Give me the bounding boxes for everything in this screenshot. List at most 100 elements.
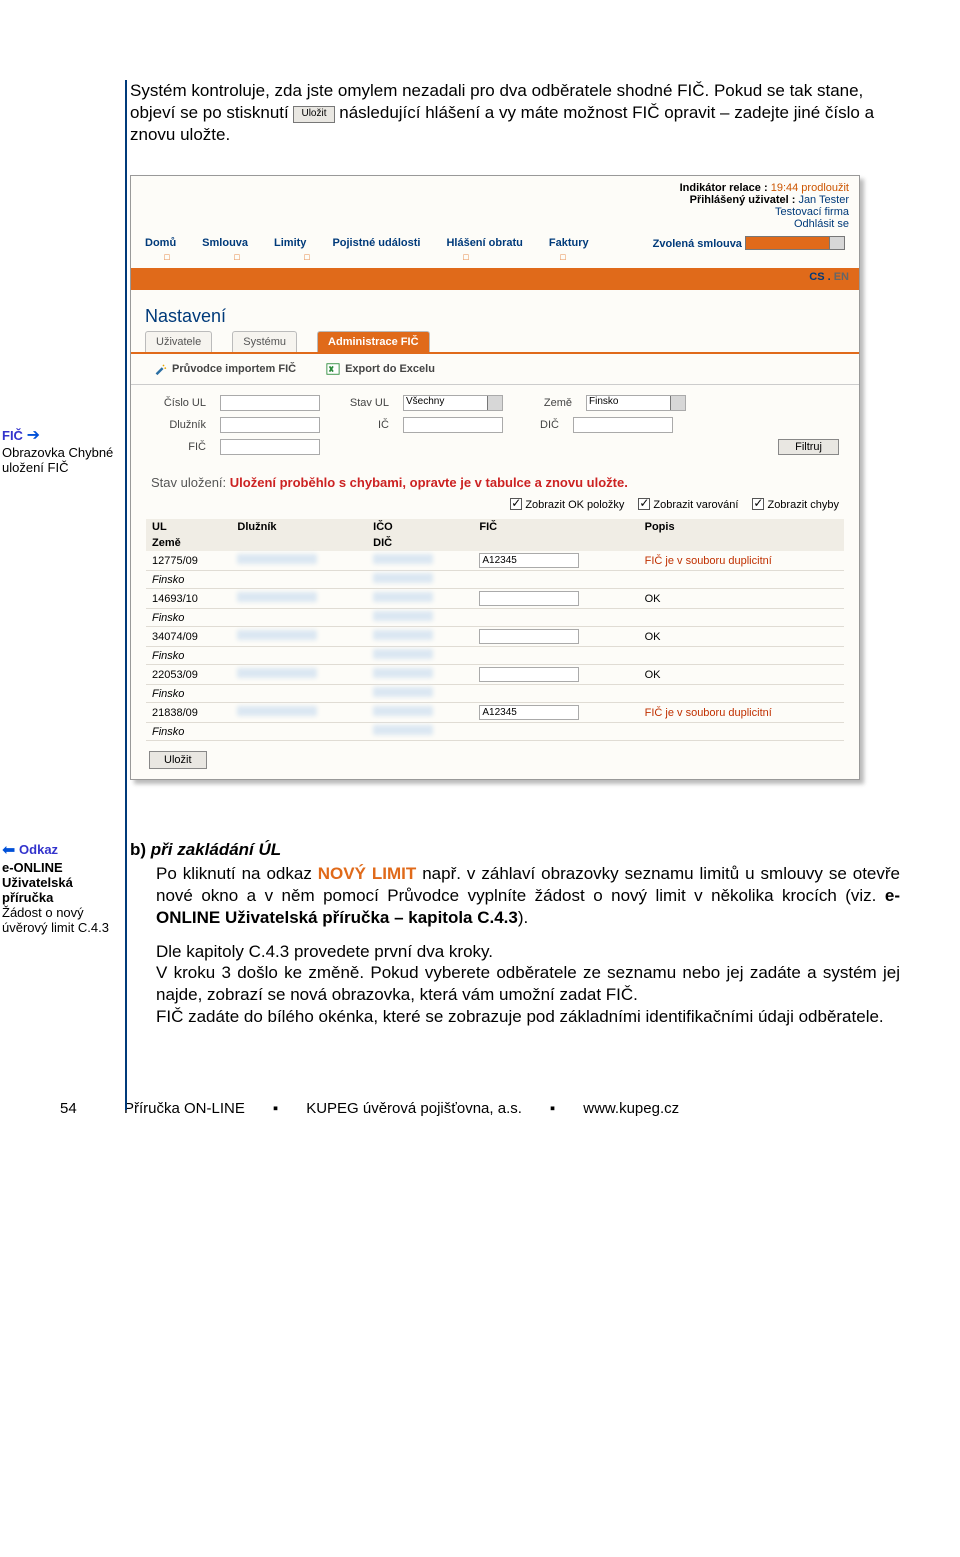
body-p3: V kroku 3 došlo ke změně. Pokud vyberete… <box>130 962 900 1006</box>
table-row: 21838/09 FIČ je v souboru duplicitní <box>146 703 844 723</box>
contract-select[interactable] <box>745 236 845 250</box>
input-ic[interactable] <box>403 417 503 433</box>
cell-dic <box>367 647 473 665</box>
checkbox-ok[interactable] <box>510 498 522 510</box>
company-name: Testovací firma <box>141 206 849 218</box>
table-row: 14693/10OK <box>146 589 844 609</box>
logout-link[interactable]: Odhlásit se <box>141 218 849 230</box>
odkaz-bold: e-ONLINE Uživatelská příručka <box>2 860 73 905</box>
footer-sep1: ▪ <box>245 1100 306 1117</box>
table-row: 12775/09FIČ je v souboru duplicitní <box>146 551 844 571</box>
table-row: 34074/09OK <box>146 627 844 647</box>
fic-input[interactable] <box>479 629 579 644</box>
indicator-label: Indikátor relace : <box>680 182 768 194</box>
nav-domu[interactable]: Domů <box>145 237 176 249</box>
nav-hlaseni[interactable]: Hlášení obratu <box>446 237 522 249</box>
fic-input[interactable] <box>479 591 579 606</box>
excel-icon <box>326 362 340 376</box>
fic-input[interactable] <box>479 553 579 568</box>
cell-dluznik <box>231 551 367 571</box>
results-table: UL Dlužník IČO FIČ Popis Země DIČ 12775/… <box>146 519 844 741</box>
note-text: Obrazovka Chybné uložení FIČ <box>2 445 122 475</box>
checkbox-ok-label: Zobrazit OK položky <box>525 499 624 511</box>
th-dic: DIČ <box>367 535 473 551</box>
user-name: Jan Tester <box>798 194 849 206</box>
table-row-sub: Finsko <box>146 609 844 627</box>
checkbox-err[interactable] <box>752 498 764 510</box>
label-ic: IČ <box>334 419 389 431</box>
main-nav: Domů Smlouva Limity Pojistné události Hl… <box>131 232 859 252</box>
fic-input[interactable] <box>479 667 579 682</box>
cell-ico <box>367 589 473 609</box>
cell-ico <box>367 627 473 647</box>
table-row-sub: Finsko <box>146 723 844 741</box>
cell-dluznik <box>231 665 367 685</box>
save-button-inline: Uložit <box>293 106 334 123</box>
lang-cs[interactable]: CS <box>809 271 824 283</box>
screenshot-header: Indikátor relace : 19:44 prodloužit Přih… <box>131 176 859 232</box>
table-row: 22053/09OK <box>146 665 844 685</box>
cell-dic <box>367 609 473 627</box>
tab-administrace-fic[interactable]: Administrace FIČ <box>317 331 429 352</box>
import-wizard-button[interactable]: Průvodce importem FIČ <box>153 362 296 376</box>
footer-sep2: ▪ <box>522 1100 583 1117</box>
cell-fic <box>473 551 638 571</box>
lang-en[interactable]: EN <box>834 271 849 283</box>
export-excel-label: Export do Excelu <box>345 363 435 375</box>
cell-ul: 21838/09 <box>146 703 231 723</box>
cell-popis: FIČ je v souboru duplicitní <box>639 551 844 571</box>
cell-popis: OK <box>639 627 844 647</box>
filter-button[interactable]: Filtruj <box>778 439 839 455</box>
arrow-right-icon: ➔ <box>27 427 40 444</box>
label-cislo-ul: Číslo UL <box>151 397 206 409</box>
tab-systemu[interactable]: Systému <box>232 331 297 352</box>
cell-fic <box>473 703 638 723</box>
intro-paragraph: Systém kontroluje, zda jste omylem nezad… <box>130 80 900 145</box>
cell-zeme: Finsko <box>146 571 231 589</box>
bullet-b: b) <box>130 840 146 859</box>
input-cislo-ul[interactable] <box>220 395 320 411</box>
th-fic: FIČ <box>473 519 638 535</box>
prodlouzit-link[interactable]: prodloužit <box>801 182 849 194</box>
section-tabs: Uživatele Systému Administrace FIČ <box>131 331 859 354</box>
input-dluznik[interactable] <box>220 417 320 433</box>
select-zeme[interactable]: Finsko <box>586 395 686 411</box>
nav-limity[interactable]: Limity <box>274 237 306 249</box>
table-row-sub: Finsko <box>146 685 844 703</box>
cell-dic <box>367 685 473 703</box>
nav-faktury[interactable]: Faktury <box>549 237 589 249</box>
filter-form: Číslo UL Stav UL Všechny Země Finsko Dlu… <box>131 385 859 471</box>
footer-company: KUPEG úvěrová pojišťovna, a.s. <box>306 1100 522 1117</box>
odkaz-title: Odkaz <box>19 842 58 857</box>
footer-title: Příručka ON-LINE <box>124 1100 245 1117</box>
status-label: Stav uložení: <box>151 475 230 490</box>
screenshot-panel: Indikátor relace : 19:44 prodloužit Přih… <box>130 175 860 780</box>
cell-zeme: Finsko <box>146 647 231 665</box>
cell-dluznik <box>231 589 367 609</box>
import-wizard-label: Průvodce importem FIČ <box>172 363 296 375</box>
th-popis: Popis <box>639 519 844 535</box>
note-title: FIČ <box>2 428 23 443</box>
footer-url: www.kupeg.cz <box>583 1100 679 1117</box>
select-stav-ul[interactable]: Všechny <box>403 395 503 411</box>
th-ul: UL <box>146 519 231 535</box>
nav-pojistne[interactable]: Pojistné události <box>332 237 420 249</box>
cell-dluznik <box>231 703 367 723</box>
tab-uzivatele[interactable]: Uživatele <box>145 331 212 352</box>
cell-ico <box>367 665 473 685</box>
cell-ico <box>367 551 473 571</box>
checkbox-warn[interactable] <box>638 498 650 510</box>
input-dic[interactable] <box>573 417 673 433</box>
th-dluznik: Dlužník <box>231 519 367 535</box>
sidebar-note-fic: FIČ ➔ Obrazovka Chybné uložení FIČ <box>2 425 122 475</box>
save-button[interactable]: Uložit <box>149 751 207 769</box>
status-message: Uložení proběhlo s chybami, opravte je v… <box>230 475 628 490</box>
nav-smlouva[interactable]: Smlouva <box>202 237 248 249</box>
cell-popis: FIČ je v souboru duplicitní <box>639 703 844 723</box>
arrow-left-icon: ⬅ <box>2 842 15 859</box>
input-fic[interactable] <box>220 439 320 455</box>
fic-input[interactable] <box>479 705 579 720</box>
export-excel-button[interactable]: Export do Excelu <box>326 362 435 376</box>
wand-icon <box>153 362 167 376</box>
cell-zeme: Finsko <box>146 609 231 627</box>
